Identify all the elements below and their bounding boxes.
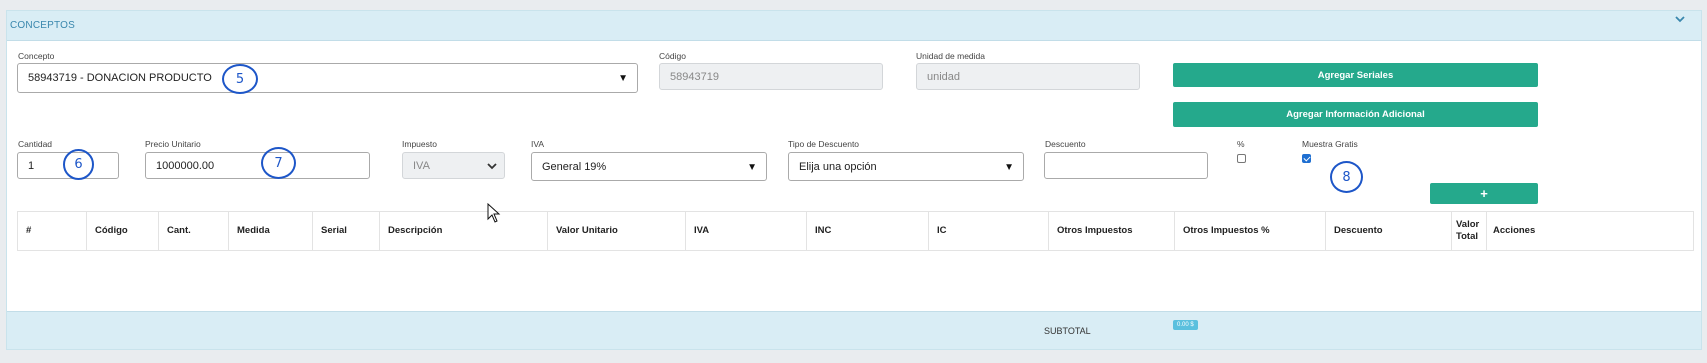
col-header: Otros Impuestos % (1175, 212, 1326, 250)
unidad-label: Unidad de medida (916, 51, 985, 61)
precio-label: Precio Unitario (145, 139, 201, 149)
dropdown-arrow-icon: ▼ (1004, 161, 1014, 173)
col-header: Cant. (159, 212, 229, 250)
annotation-5: 5 (222, 64, 258, 94)
muestra-gratis-label: Muestra Gratis (1302, 139, 1358, 149)
col-header: Valor Unitario (548, 212, 686, 250)
col-header: Serial (313, 212, 380, 250)
col-header: Otros Impuestos (1049, 212, 1175, 250)
iva-value: General 19% (542, 160, 607, 173)
col-header: Valor Total (1452, 212, 1487, 250)
cantidad-label: Cantidad (18, 139, 53, 149)
annotation-6: 6 (63, 149, 94, 180)
col-header: INC (807, 212, 929, 250)
dropdown-arrow-icon: ▼ (618, 73, 628, 85)
impuesto-select[interactable]: IVA (402, 152, 505, 179)
agregar-info-adicional-button[interactable]: Agregar Información Adicional (1173, 102, 1538, 127)
panel-title: CONCEPTOS (10, 20, 75, 31)
col-header: Descuento (1326, 212, 1452, 250)
impuesto-label: Impuesto (402, 139, 437, 149)
concepto-select[interactable]: 58943719 - DONACION PRODUCTO ▼ (17, 63, 638, 93)
impuesto-value: IVA (413, 159, 430, 172)
panel-header[interactable]: CONCEPTOS (7, 11, 1701, 41)
porcentaje-checkbox[interactable] (1237, 154, 1246, 163)
panel-footer: SUBTOTAL 0.00 $ (7, 311, 1701, 349)
tipo-descuento-label: Tipo de Descuento (788, 139, 860, 149)
codigo-field: 58943719 (659, 63, 883, 90)
col-header: IVA (686, 212, 807, 250)
chevron-down-icon[interactable] (1675, 15, 1685, 26)
porcentaje-label: % (1237, 139, 1245, 149)
muestra-gratis-checkbox[interactable] (1302, 154, 1311, 163)
precio-input[interactable]: 1000000.00 (145, 152, 370, 179)
annotation-8: 8 (1330, 161, 1363, 193)
codigo-label: Código (659, 51, 686, 61)
descuento-input[interactable] (1044, 152, 1208, 179)
codigo-value: 58943719 (670, 70, 719, 83)
mouse-cursor-icon (487, 203, 501, 223)
col-header: Acciones (1493, 225, 1536, 236)
descuento-label: Descuento (1045, 139, 1086, 149)
tipo-descuento-value: Elija una opción (799, 160, 877, 173)
chevron-down-icon (487, 162, 497, 169)
col-header: Medida (229, 212, 313, 250)
subtotal-label: SUBTOTAL (1044, 326, 1091, 336)
precio-value: 1000000.00 (156, 159, 215, 172)
col-header: Descripción (380, 212, 548, 250)
iva-label: IVA (531, 139, 545, 149)
conceptos-panel: CONCEPTOS Concepto 58943719 - DONACION P… (6, 10, 1702, 350)
cantidad-value: 1 (28, 159, 35, 172)
unidad-field: unidad (916, 63, 1140, 90)
concepto-value: 58943719 - DONACION PRODUCTO (28, 72, 212, 84)
annotation-7: 7 (261, 147, 296, 179)
concepto-label: Concepto (18, 51, 55, 61)
concepts-table: # Código Cant. Medida Serial Descripción… (17, 211, 1694, 251)
col-header: Código (87, 212, 159, 250)
agregar-seriales-button[interactable]: Agregar Seriales (1173, 63, 1538, 87)
add-concept-button[interactable]: + (1430, 183, 1538, 204)
dropdown-arrow-icon: ▼ (747, 161, 757, 173)
unidad-value: unidad (927, 70, 961, 83)
col-header: IC (929, 212, 1049, 250)
col-header: # (18, 212, 87, 250)
subtotal-badge: 0.00 $ (1173, 320, 1198, 330)
iva-select[interactable]: General 19% ▼ (531, 152, 767, 181)
tipo-descuento-select[interactable]: Elija una opción ▼ (788, 152, 1024, 181)
